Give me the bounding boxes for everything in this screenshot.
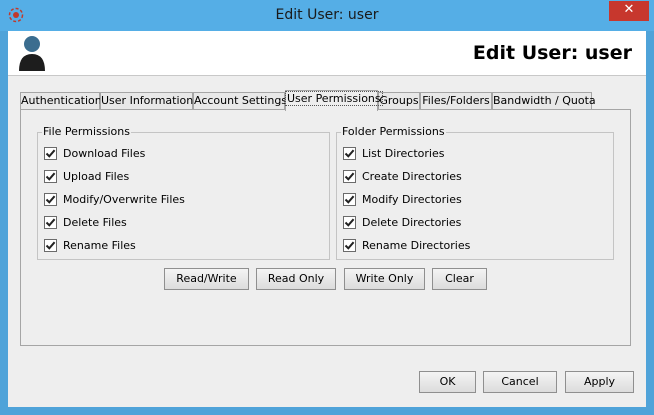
checkbox-label: Rename Directories <box>362 239 471 252</box>
clear-button[interactable]: Clear <box>432 268 487 290</box>
tab-label: User Permissions <box>285 91 383 106</box>
checkbox-box[interactable] <box>44 170 57 183</box>
read-only-button[interactable]: Read Only <box>256 268 336 290</box>
tab-label: Files/Folders <box>422 94 490 107</box>
checkbox-box[interactable] <box>343 239 356 252</box>
checkbox-box[interactable] <box>44 239 57 252</box>
title-bar[interactable]: Edit User: user ✕ <box>0 0 654 31</box>
tab-groups[interactable]: Groups <box>378 92 420 110</box>
close-button[interactable]: ✕ <box>609 1 649 21</box>
window-title: Edit User: user <box>275 7 379 23</box>
group-legend: File Permissions <box>42 125 131 138</box>
dialog-client-area: Edit User: user Authentication User Info… <box>8 31 646 407</box>
user-permissions-panel: File Permissions Download Files Upload F… <box>20 109 631 346</box>
cancel-button[interactable]: Cancel <box>483 371 557 393</box>
tab-label: Bandwidth / Quota <box>493 94 596 107</box>
apply-button[interactable]: Apply <box>565 371 634 393</box>
checkbox-label: Delete Files <box>63 216 127 229</box>
checkbox-label: Download Files <box>63 147 146 160</box>
tab-label: Groups <box>379 94 419 107</box>
tab-label: User Information <box>101 94 194 107</box>
ok-button[interactable]: OK <box>419 371 476 393</box>
folder-permissions-group: Folder Permissions List Directories Crea… <box>336 125 614 260</box>
read-write-button[interactable]: Read/Write <box>164 268 249 290</box>
file-permissions-group: File Permissions Download Files Upload F… <box>37 125 330 260</box>
group-legend: Folder Permissions <box>341 125 446 138</box>
tab-bandwidth-quota[interactable]: Bandwidth / Quota <box>492 92 596 110</box>
checkbox-box[interactable] <box>343 170 356 183</box>
checkbox-box[interactable] <box>44 147 57 160</box>
checkbox-label: Rename Files <box>63 239 136 252</box>
checkbox-label: Delete Directories <box>362 216 462 229</box>
dialog-header: Edit User: user <box>8 31 646 76</box>
tab-label: Authentication <box>21 94 102 107</box>
checkbox-label: Modify/Overwrite Files <box>63 193 185 206</box>
tab-label: Account Settings <box>194 94 288 107</box>
tab-user-information[interactable]: User Information <box>100 92 193 110</box>
tab-account-settings[interactable]: Account Settings <box>193 92 288 110</box>
checkbox-label: Create Directories <box>362 170 462 183</box>
user-silhouette-icon <box>18 34 46 72</box>
tab-authentication[interactable]: Authentication <box>20 92 102 110</box>
write-only-button[interactable]: Write Only <box>344 268 425 290</box>
checkbox-box[interactable] <box>44 216 57 229</box>
checkbox-box[interactable] <box>343 216 356 229</box>
checkbox-label: List Directories <box>362 147 445 160</box>
checkbox-label: Modify Directories <box>362 193 462 206</box>
tab-user-permissions[interactable]: User Permissions <box>285 90 383 111</box>
tab-files-folders[interactable]: Files/Folders <box>420 92 492 110</box>
checkbox-box[interactable] <box>343 147 356 160</box>
page-title: Edit User: user <box>472 42 632 64</box>
edit-user-window: Edit User: user ✕ Edit User: user Authen… <box>0 0 654 415</box>
checkbox-box[interactable] <box>343 193 356 206</box>
close-icon: ✕ <box>623 2 635 17</box>
checkbox-box[interactable] <box>44 193 57 206</box>
checkbox-label: Upload Files <box>63 170 130 183</box>
